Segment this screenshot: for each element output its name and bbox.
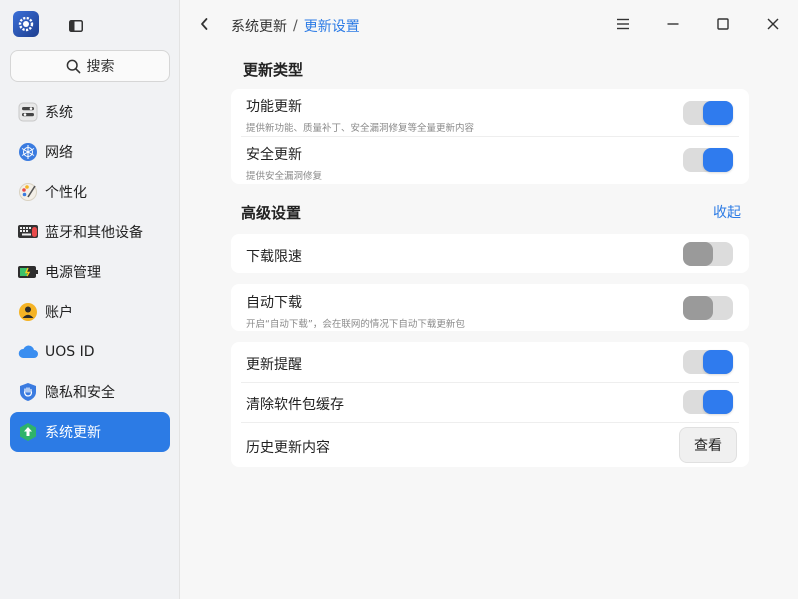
sidebar-item-label: 隐私和安全 [45,385,115,401]
auto-download-card: 自动下载 开启“自动下载”，会在联网的情况下自动下载更新包 [231,284,749,331]
clear-cache-title: 清除软件包缓存 [246,397,344,413]
update-reminder-toggle[interactable] [683,350,733,374]
view-history-button[interactable]: 查看 [679,427,737,463]
sidebar-item-label: 系统 [45,105,73,121]
sidebar-item-power[interactable]: 电源管理 [10,252,170,292]
feature-update-toggle[interactable] [683,101,733,125]
sidebar: 搜索 系统 网络 个性化 蓝牙和其他设备 电源管理 账户 UOS ID 隐私和安… [0,0,180,599]
sidebar-item-uos-id[interactable]: UOS ID [10,332,170,372]
app-logo-gear-icon [13,11,39,37]
sidebar-item-bluetooth[interactable]: 蓝牙和其他设备 [10,212,170,252]
cloud-icon [17,341,39,363]
maximize-button[interactable] [698,10,748,38]
update-icon [17,421,39,443]
update-reminder-row: 更新提醒 [231,342,749,382]
feature-update-title: 功能更新 [246,99,302,115]
sidebar-item-label: 个性化 [45,185,87,201]
sidebar-item-account[interactable]: 账户 [10,292,170,332]
download-limit-row: 下载限速 [231,234,749,273]
sidebar-item-network[interactable]: 网络 [10,132,170,172]
power-icon [17,261,39,283]
breadcrumb-parent[interactable]: 系统更新 [231,16,287,36]
update-type-card: 功能更新 提供新功能、质量补丁、安全漏洞修复等全量更新内容 安全更新 提供安全漏… [231,89,749,184]
search-icon [66,59,80,73]
sidebar-item-label: 账户 [45,305,73,321]
clear-cache-toggle[interactable] [683,390,733,414]
breadcrumb-separator: / [293,18,298,34]
security-update-toggle[interactable] [683,148,733,172]
account-icon [17,301,39,323]
download-limit-toggle[interactable] [683,242,733,266]
system-icon [17,101,39,123]
hamburger-menu-icon [617,18,629,30]
collapse-link[interactable]: 收起 [713,202,741,222]
download-limit-title: 下载限速 [246,249,302,265]
maximize-icon [717,18,729,30]
update-reminder-title: 更新提醒 [246,357,302,373]
misc-settings-card: 更新提醒 清除软件包缓存 历史更新内容 查看 [231,342,749,467]
sidebar-item-label: 电源管理 [45,265,101,281]
breadcrumb: 系统更新 / 更新设置 [231,16,360,36]
personalization-icon [17,181,39,203]
close-button[interactable] [748,10,798,38]
sidebar-item-system[interactable]: 系统 [10,92,170,132]
history-row: 历史更新内容 查看 [231,422,749,467]
sidebar-item-label: 系统更新 [45,425,101,441]
minimize-icon [667,23,679,25]
sidebar-item-personalization[interactable]: 个性化 [10,172,170,212]
sidebar-item-system-update[interactable]: 系统更新 [10,412,170,452]
sidebar-item-privacy[interactable]: 隐私和安全 [10,372,170,412]
sidebar-item-label: 网络 [45,145,73,161]
download-limit-card: 下载限速 [231,234,749,273]
feature-update-row: 功能更新 提供新功能、质量补丁、安全漏洞修复等全量更新内容 [231,89,749,136]
clear-cache-row: 清除软件包缓存 [231,382,749,422]
menu-button[interactable] [598,10,648,38]
back-button[interactable] [194,14,214,34]
chevron-left-icon [201,18,208,30]
security-update-row: 安全更新 提供安全漏洞修复 [231,136,749,184]
auto-download-title: 自动下载 [246,295,302,311]
sidebar-item-label: UOS ID [45,344,95,360]
search-label: 搜索 [86,59,115,75]
sidebar-toggle-icon[interactable] [69,17,83,32]
feature-update-desc: 提供新功能、质量补丁、安全漏洞修复等全量更新内容 [246,123,475,134]
security-update-title: 安全更新 [246,147,302,163]
history-title: 历史更新内容 [246,440,330,456]
search-input[interactable]: 搜索 [10,50,170,82]
settings-window: 搜索 系统 网络 个性化 蓝牙和其他设备 电源管理 账户 UOS ID 隐私和安… [0,0,798,599]
auto-download-desc: 开启“自动下载”，会在联网的情况下自动下载更新包 [246,319,465,330]
network-icon [17,141,39,163]
sidebar-nav: 系统 网络 个性化 蓝牙和其他设备 电源管理 账户 UOS ID 隐私和安全 系… [10,92,170,452]
security-update-desc: 提供安全漏洞修复 [246,171,323,182]
minimize-button[interactable] [648,10,698,38]
privacy-shield-icon [17,381,39,403]
auto-download-row: 自动下载 开启“自动下载”，会在联网的情况下自动下载更新包 [231,284,749,331]
advanced-settings-title: 高级设置 [241,204,302,222]
auto-download-toggle[interactable] [683,296,733,320]
close-icon [767,18,779,30]
breadcrumb-current: 更新设置 [303,19,360,35]
bluetooth-devices-icon [17,221,39,243]
sidebar-item-label: 蓝牙和其他设备 [45,225,143,241]
window-controls [598,10,798,38]
update-type-title: 更新类型 [243,61,304,79]
main-panel: 系统更新 / 更新设置 更新类型 功能更新 提供新功能、质量补丁、安全漏洞修复等… [180,0,798,599]
